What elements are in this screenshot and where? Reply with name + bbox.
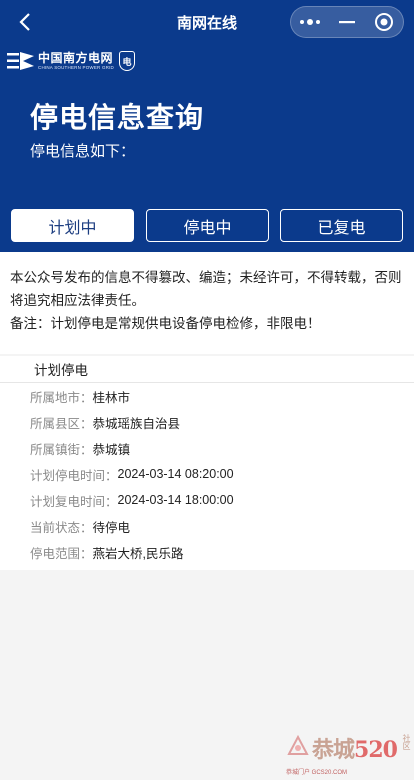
- row-value: 燕岩大桥,民乐路: [92, 546, 184, 561]
- watermark-text: 恭城: [312, 737, 355, 763]
- more-dots-icon: [299, 19, 320, 25]
- outage-detail-card: 计划停电 所属地市： 桂林市 所属县区： 恭城瑶族自治县 所属镇街： 恭城镇 计…: [0, 356, 414, 570]
- row-key: 当前状态：: [30, 520, 93, 535]
- watermark-number: 520: [354, 737, 398, 763]
- detail-row-range: 停电范围： 燕岩大桥,民乐路: [0, 539, 414, 565]
- tab-planned[interactable]: 计划中: [11, 209, 134, 242]
- detail-row-status: 当前状态： 待停电: [0, 513, 414, 539]
- row-value: 2024-03-14 18:00:00: [117, 493, 234, 507]
- detail-row-town: 所属镇街： 恭城镇: [0, 435, 414, 461]
- row-key: 所属地市：: [30, 390, 93, 405]
- close-button[interactable]: [366, 6, 403, 38]
- title-bar: 南网在线: [0, 0, 414, 44]
- header: 南网在线 中国南方电网 CHINA SOUTHERN POWER GRID 电 …: [0, 0, 414, 252]
- row-key: 计划复电时间：: [30, 494, 118, 509]
- watermark: 恭城520 社区 恭城门户 GCS20.COM: [282, 726, 414, 780]
- mini-program-capsule: [290, 6, 404, 38]
- brand-name-cn: 中国南方电网: [38, 51, 114, 65]
- notice-panel: 本公众号发布的信息不得篡改、编造；未经许可，不得转载，否则将追究相应法律责任。 …: [0, 252, 414, 354]
- watermark-main: 恭城520: [312, 732, 398, 764]
- watermark-logo-icon: [287, 734, 309, 755]
- minimize-button[interactable]: [328, 6, 365, 38]
- tab-outage[interactable]: 停电中: [146, 209, 269, 242]
- row-key: 所属县区：: [30, 416, 93, 431]
- row-value: 2024-03-14 08:20:00: [117, 467, 234, 481]
- row-value: 恭城镇: [92, 442, 131, 457]
- notice-remark: 备注：计划停电是常规供电设备停电检修，非限电！: [10, 316, 321, 331]
- detail-row-county: 所属县区： 恭城瑶族自治县: [0, 409, 414, 435]
- row-key: 计划停电时间：: [30, 468, 118, 483]
- csg-logo-icon: [7, 52, 34, 70]
- more-button[interactable]: [291, 6, 328, 38]
- row-value: 恭城瑶族自治县: [92, 416, 181, 431]
- detail-row-city: 所属地市： 桂林市: [0, 383, 414, 409]
- row-value: 桂林市: [92, 390, 131, 405]
- section-title: 计划停电: [0, 356, 414, 383]
- row-key: 停电范围：: [30, 546, 93, 561]
- notice-text: 本公众号发布的信息不得篡改、编造；未经许可，不得转载，否则将追究相应法律责任。: [10, 270, 402, 308]
- row-value: 待停电: [92, 520, 131, 535]
- close-target-icon: [375, 13, 394, 31]
- brand-name-en: CHINA SOUTHERN POWER GRID: [38, 65, 115, 70]
- watermark-sub: 恭城门户 GCS20.COM: [286, 770, 348, 776]
- page-subtitle: 停电信息如下：: [30, 143, 136, 160]
- tab-restored[interactable]: 已复电: [280, 209, 403, 242]
- minimize-icon: [338, 21, 355, 24]
- row-key: 所属镇街：: [30, 442, 93, 457]
- detail-row-outage-time: 计划停电时间： 2024-03-14 08:20:00: [0, 461, 414, 487]
- brand-logo: 中国南方电网 CHINA SOUTHERN POWER GRID 电: [6, 48, 136, 74]
- watermark-side: 社区: [402, 734, 411, 750]
- brand-badge: 电: [119, 51, 136, 71]
- page-title: 停电信息查询: [30, 102, 205, 133]
- detail-row-restore-time: 计划复电时间： 2024-03-14 18:00:00: [0, 487, 414, 513]
